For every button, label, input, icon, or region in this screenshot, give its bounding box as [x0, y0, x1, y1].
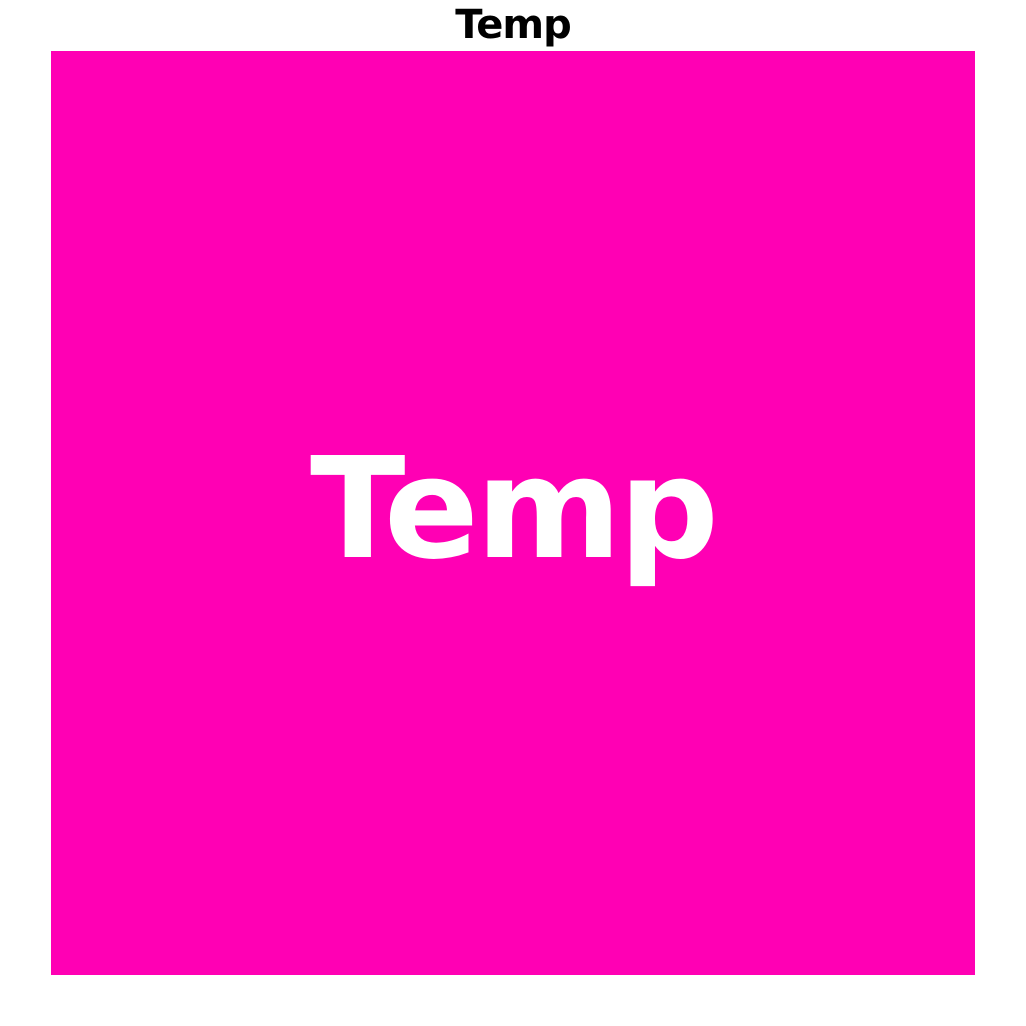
tile-label: Temp — [310, 428, 719, 591]
page-title: Temp — [455, 2, 571, 48]
page: Temp Temp — [0, 0, 1026, 1026]
color-tile: Temp — [51, 51, 975, 975]
